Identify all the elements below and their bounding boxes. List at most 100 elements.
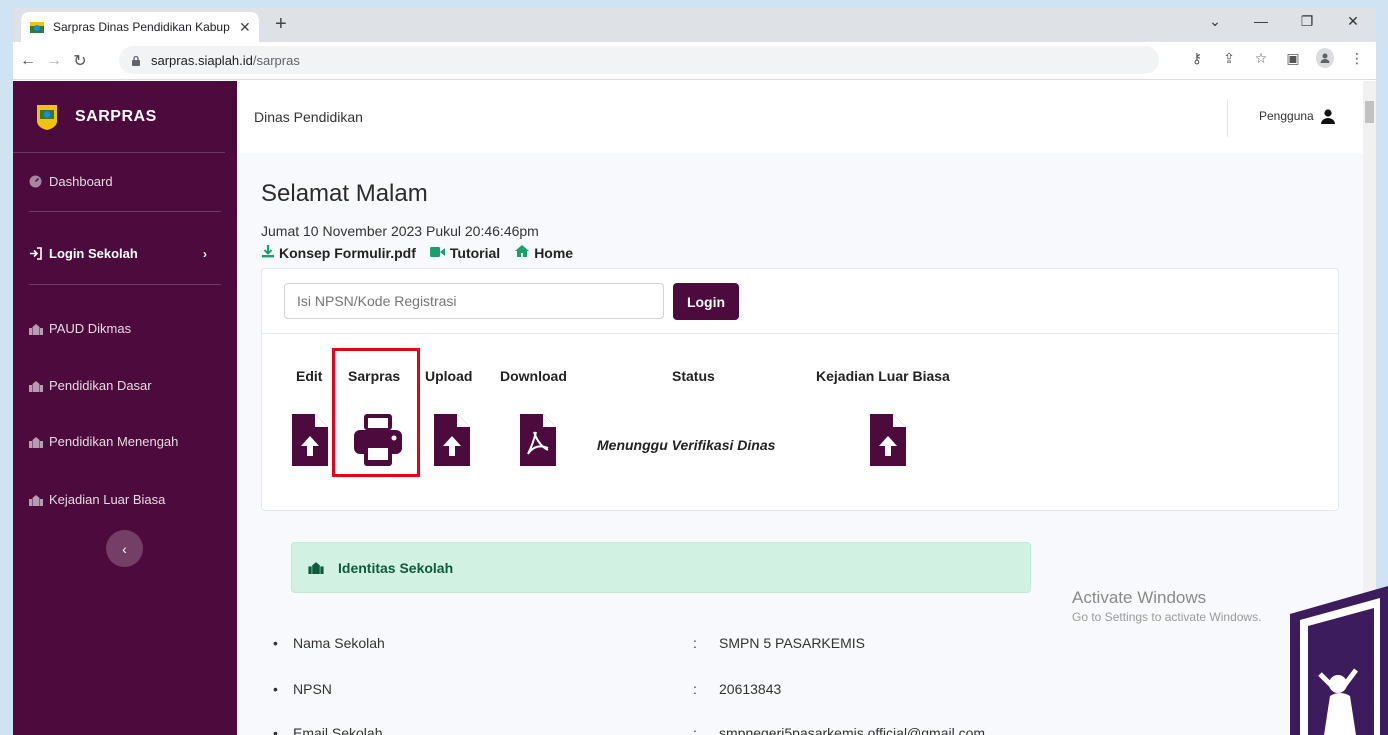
menu-kebab-icon[interactable]: ⋮: [1348, 50, 1366, 67]
sidebar-item-pendidikan-menengah[interactable]: Pendidikan Menengah: [13, 434, 237, 449]
browser-toolbar: ← → ↻ sarpras.siaplah.id/sarpras ⚷ ⇪ ☆ ▣…: [13, 42, 1376, 80]
profile-avatar-icon[interactable]: [1316, 48, 1334, 68]
sidebar-item-kejadian-luar-biasa[interactable]: Kejadian Luar Biasa: [13, 492, 237, 507]
window-controls: ⌄ — ❐ ✕: [1192, 8, 1376, 38]
chevron-right-icon: ›: [203, 246, 207, 261]
sidebar: SARPRAS Dashboard Login Sekolah › PAUD D…: [13, 81, 237, 735]
new-tab-icon[interactable]: +: [275, 14, 287, 34]
page-title: Selamat Malam: [261, 180, 428, 207]
brand-name: SARPRAS: [75, 107, 157, 125]
lock-icon: [132, 55, 140, 66]
user-name: Pengguna: [1259, 109, 1314, 123]
sidebar-item-label: Login Sekolah: [49, 246, 138, 261]
sidebar-item-login-sekolah[interactable]: Login Sekolah ›: [13, 246, 237, 261]
school-icon: [29, 493, 43, 507]
identity-row-npsn: • NPSN : 20613843: [273, 681, 781, 697]
forward-icon[interactable]: →: [43, 52, 65, 70]
main-content: Selamat Malam Jumat 10 November 2023 Puk…: [237, 153, 1363, 735]
home-label: Home: [534, 245, 574, 261]
row-label: Email Sekolah: [293, 725, 383, 735]
tutorial-link[interactable]: Tutorial: [429, 245, 500, 261]
sidebar-item-paud-dikmas[interactable]: PAUD Dikmas: [13, 321, 237, 336]
sidebar-item-pendidikan-dasar[interactable]: Pendidikan Dasar: [13, 378, 237, 393]
sign-in-icon: [29, 247, 43, 261]
side-panel-icon[interactable]: ▣: [1284, 50, 1302, 67]
sidebar-toggle-button[interactable]: ‹: [106, 530, 143, 567]
reload-icon[interactable]: ↻: [69, 51, 91, 71]
url-host: sarpras.siaplah.id: [151, 52, 253, 68]
row-colon: :: [693, 681, 697, 697]
status-value: Menunggu Verifikasi Dinas: [597, 437, 776, 453]
share-icon[interactable]: ⇪: [1220, 50, 1238, 67]
chevron-left-icon: ‹: [122, 540, 127, 557]
file-upload-icon[interactable]: [292, 414, 328, 466]
column-edit: Edit: [296, 368, 323, 384]
column-kejadian-luar-biasa: Kejadian Luar Biasa: [816, 368, 950, 384]
sarpras-highlight-box: [332, 348, 420, 477]
topbar: Dinas Pendidikan Pengguna: [237, 81, 1363, 153]
sidebar-divider: [29, 211, 221, 212]
current-datetime: Jumat 10 November 2023 Pukul 20:46:46pm: [261, 223, 539, 239]
column-status: Status: [672, 368, 715, 384]
home-link[interactable]: Home: [514, 244, 573, 261]
file-upload-icon[interactable]: [870, 414, 906, 466]
minimize-icon[interactable]: —: [1238, 8, 1284, 38]
konsep-formulir-link[interactable]: Konsep Formulir.pdf: [261, 244, 416, 261]
row-value: 20613843: [719, 681, 782, 697]
npsn-input[interactable]: [284, 283, 664, 319]
user-icon: [1320, 109, 1335, 124]
school-icon: [308, 561, 324, 574]
identitas-sekolah-alert: Identitas Sekolah: [291, 542, 1031, 593]
school-icon: [29, 322, 43, 336]
browser-tab[interactable]: Sarpras Dinas Pendidikan Kabup ✕: [21, 12, 259, 42]
topbar-divider: [1227, 99, 1228, 137]
close-window-icon[interactable]: ✕: [1330, 8, 1376, 38]
row-colon: :: [693, 635, 697, 651]
bullet: •: [273, 635, 278, 651]
identity-row-nama: • Nama Sekolah : SMPN 5 PASARKEMIS: [273, 635, 865, 651]
tab-strip: Sarpras Dinas Pendidikan Kabup ✕ + ⌄ — ❐…: [13, 8, 1376, 42]
sidebar-item-label: PAUD Dikmas: [49, 321, 132, 336]
download-icon: [261, 244, 275, 258]
restore-icon[interactable]: ❐: [1284, 8, 1330, 38]
bullet: •: [273, 681, 278, 697]
row-value: SMPN 5 PASARKEMIS: [719, 635, 866, 651]
school-icon: [29, 435, 43, 449]
back-icon[interactable]: ←: [17, 52, 39, 70]
column-upload: Upload: [425, 368, 473, 384]
topbar-title: Dinas Pendidikan: [254, 109, 363, 125]
row-colon: :: [693, 725, 697, 735]
video-icon: [429, 246, 446, 258]
sidebar-divider: [29, 284, 221, 285]
column-download: Download: [500, 368, 567, 384]
decorative-logo-icon: [1290, 586, 1388, 735]
quick-links: Konsep Formulir.pdf Tutorial Home: [261, 244, 573, 261]
scrollbar-thumb[interactable]: [1365, 101, 1374, 123]
bookmark-star-icon[interactable]: ☆: [1252, 50, 1270, 67]
pdf-file-icon[interactable]: [520, 414, 556, 466]
tab-search-icon[interactable]: ⌄: [1192, 8, 1238, 38]
close-tab-icon[interactable]: ✕: [239, 19, 251, 36]
windows-activation-watermark: Activate Windows Go to Settings to activ…: [1072, 588, 1261, 624]
sidebar-brand[interactable]: SARPRAS: [13, 81, 225, 153]
row-label: Nama Sekolah: [293, 635, 385, 651]
dashboard-icon: [29, 175, 43, 189]
login-button[interactable]: Login: [673, 283, 739, 320]
home-icon: [514, 244, 530, 258]
sidebar-item-dashboard[interactable]: Dashboard: [13, 174, 237, 189]
user-menu[interactable]: Pengguna: [1259, 108, 1336, 124]
row-label: NPSN: [293, 681, 332, 697]
login-card: Login Edit Sarpras Upload Download Statu…: [261, 268, 1339, 511]
identitas-heading: Identitas Sekolah: [338, 559, 454, 576]
tab-title: Sarpras Dinas Pendidikan Kabup: [53, 20, 230, 34]
school-icon: [29, 379, 43, 393]
file-upload-icon[interactable]: [434, 414, 470, 466]
watermark-line2: Go to Settings to activate Windows.: [1072, 610, 1262, 624]
row-value: smpnegeri5pasarkemis.official@gmail.com: [719, 725, 986, 735]
browser-window: Sarpras Dinas Pendidikan Kabup ✕ + ⌄ — ❐…: [13, 8, 1376, 735]
favicon-icon: [29, 19, 45, 35]
address-bar[interactable]: sarpras.siaplah.id/sarpras: [119, 46, 1159, 74]
web-page: SARPRAS Dashboard Login Sekolah › PAUD D…: [13, 81, 1376, 735]
password-key-icon[interactable]: ⚷: [1188, 50, 1206, 67]
sidebar-item-label: Kejadian Luar Biasa: [49, 492, 166, 507]
